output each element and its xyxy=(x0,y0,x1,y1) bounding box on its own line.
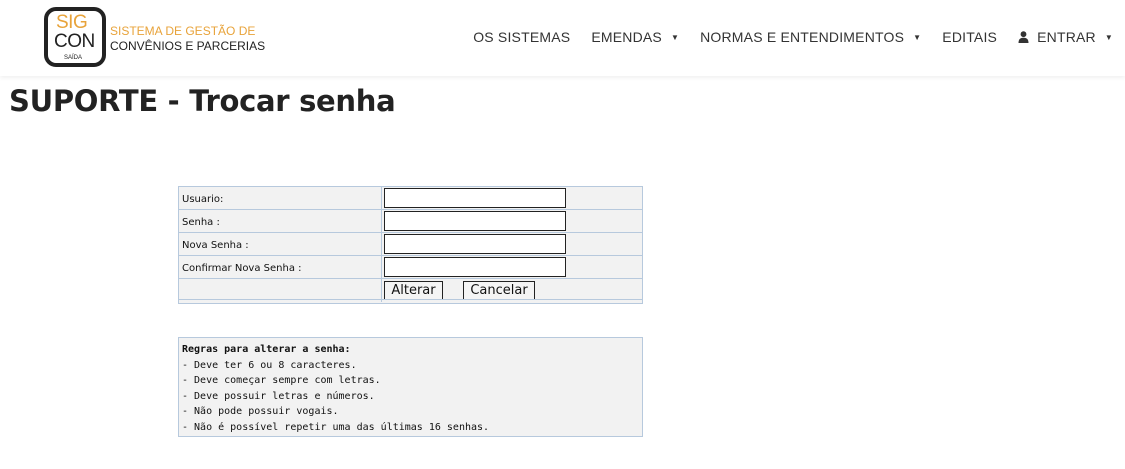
rule-item: - Não é possível repetir uma das últimas… xyxy=(182,421,490,433)
logo-sig-text: SIG xyxy=(56,12,88,33)
divider xyxy=(179,299,642,300)
nav-item-label: NORMAS E ENTENDIMENTOS xyxy=(700,29,905,45)
cancelar-button[interactable]: Cancelar xyxy=(463,281,535,300)
logo-tagline-line2: CONVÊNIOS E PARCERIAS xyxy=(110,39,266,53)
rule-item: - Não pode possuir vogais. xyxy=(182,406,339,418)
nav-item-label: ENTRAR xyxy=(1037,29,1096,45)
nav-item-os-sistemas[interactable]: OS SISTEMAS xyxy=(473,29,570,45)
nav-item-emendas[interactable]: EMENDAS ▼ xyxy=(591,29,679,45)
nav-item-normas[interactable]: NORMAS E ENTENDIMENTOS ▼ xyxy=(700,29,921,45)
nav-item-entrar[interactable]: ENTRAR ▼ xyxy=(1018,29,1113,45)
password-rules-box: Regras para alterar a senha: - Deve ter … xyxy=(178,337,643,437)
form-row-senha: Senha : xyxy=(179,210,642,233)
logo-tagline-line1: SISTEMA DE GESTÃO DE xyxy=(110,24,256,38)
confirmar-senha-input[interactable] xyxy=(384,257,566,277)
nav-item-label: OS SISTEMAS xyxy=(473,29,571,45)
logo-con-text: CON xyxy=(54,31,95,52)
rule-item: - Deve ter 6 ou 8 caracteres. xyxy=(182,359,357,371)
logo-saida-text: SAÍDA xyxy=(64,55,83,61)
rule-item: - Deve começar sempre com letras. xyxy=(182,375,381,387)
caret-down-icon: ▼ xyxy=(1104,32,1113,42)
nav-item-label: EMENDAS xyxy=(591,29,662,45)
nova-senha-input[interactable] xyxy=(384,234,566,254)
rule-item: - Deve possuir letras e números. xyxy=(182,390,375,402)
page-title: SUPORTE - Trocar senha xyxy=(9,84,396,118)
senha-input[interactable] xyxy=(384,211,566,231)
site-header: SIG CON SAÍDA SISTEMA DE GESTÃO DE CONVÊ… xyxy=(0,0,1125,76)
caret-down-icon: ▼ xyxy=(670,32,680,42)
main-nav: OS SISTEMAS EMENDAS ▼ NORMAS E ENTENDIME… xyxy=(452,29,1113,45)
alterar-button[interactable]: Alterar xyxy=(384,281,443,300)
form-row-nova-senha: Nova Senha : xyxy=(179,233,642,256)
user-icon xyxy=(1018,31,1029,43)
usuario-input[interactable] xyxy=(384,188,566,208)
form-row-usuario: Usuario: xyxy=(179,187,642,210)
caret-down-icon: ▼ xyxy=(913,32,922,42)
nav-item-label: EDITAIS xyxy=(942,29,998,45)
nav-item-editais[interactable]: EDITAIS xyxy=(942,29,997,45)
confirmar-senha-label: Confirmar Nova Senha : xyxy=(182,263,302,274)
nova-senha-label: Nova Senha : xyxy=(182,240,249,251)
change-password-form: Usuario: Senha : Nova Senha : Confirmar … xyxy=(178,186,643,304)
senha-label: Senha : xyxy=(182,217,220,228)
form-row-confirmar-senha: Confirmar Nova Senha : xyxy=(179,256,642,279)
usuario-label: Usuario: xyxy=(182,194,224,205)
sigcon-logo[interactable]: SIG CON SAÍDA xyxy=(44,7,106,67)
rules-title: Regras para alterar a senha: xyxy=(182,344,351,355)
